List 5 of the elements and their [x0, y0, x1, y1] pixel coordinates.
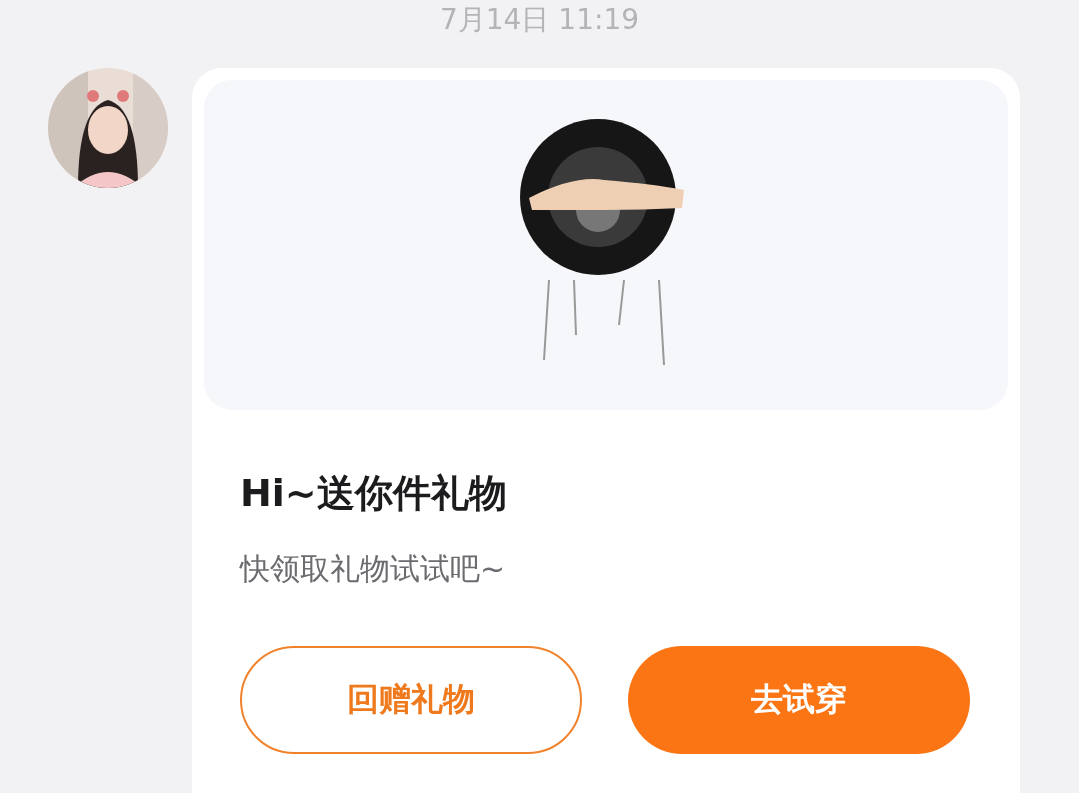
try-on-button[interactable]: 去试穿	[628, 646, 970, 754]
card-subtitle: 快领取礼物试试吧~	[240, 550, 507, 588]
card-title: Hi~送你件礼物	[240, 470, 508, 517]
return-gift-button[interactable]: 回赠礼物	[240, 646, 582, 754]
message-timestamp: 7月14日 11:19	[439, 2, 639, 38]
